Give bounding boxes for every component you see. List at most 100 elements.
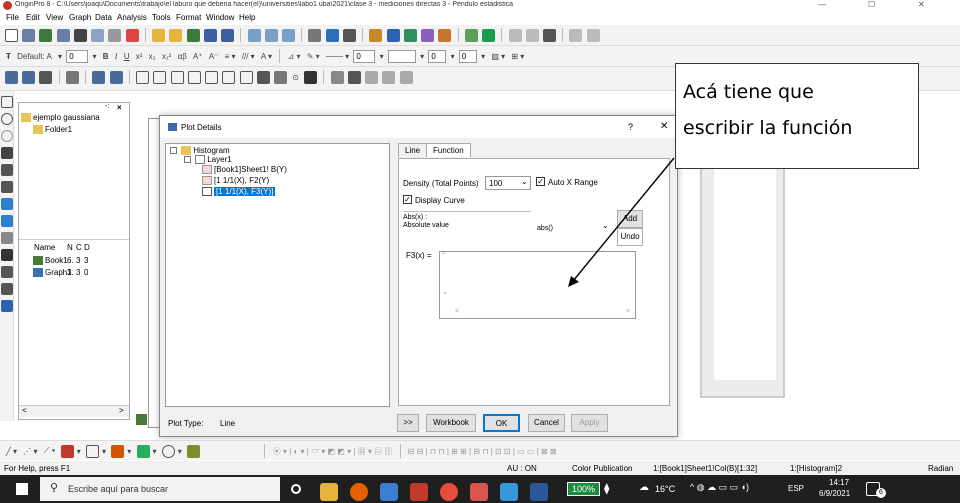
scroll-right-icon[interactable]: > xyxy=(119,406,124,415)
new-worksheet-icon[interactable] xyxy=(22,28,36,42)
layer-icon[interactable] xyxy=(109,70,123,84)
menu-help[interactable]: Help xyxy=(239,13,255,22)
menu-window[interactable]: Window xyxy=(206,13,234,22)
chevron-down-icon[interactable]: ▾ xyxy=(380,52,384,61)
axis-half-icon[interactable] xyxy=(205,70,219,84)
screen-reader-icon[interactable] xyxy=(382,70,396,84)
copy-icon[interactable] xyxy=(525,28,539,42)
open-template-icon[interactable] xyxy=(169,28,183,42)
screen-reader-tool-icon[interactable] xyxy=(0,164,13,176)
axis-box-icon[interactable] xyxy=(153,70,167,84)
zoom-in-icon[interactable] xyxy=(5,70,18,84)
scroll-left-icon[interactable]: < xyxy=(455,308,459,315)
apps-icon[interactable] xyxy=(482,28,496,42)
align-icon[interactable]: ≡ ▾ xyxy=(225,52,236,61)
refresh-icon[interactable] xyxy=(325,28,339,42)
weather-temp[interactable]: 16°C xyxy=(655,484,675,494)
add-button[interactable]: Add xyxy=(617,210,643,228)
pattern-icon[interactable]: /// ▾ xyxy=(242,52,255,61)
clock-date[interactable]: 6/9/2021 xyxy=(819,489,850,498)
area-plot-icon[interactable] xyxy=(136,444,150,458)
rescale-icon[interactable] xyxy=(65,70,79,84)
menu-graph[interactable]: Graph xyxy=(69,13,91,22)
open-icon[interactable] xyxy=(152,28,166,42)
line-symbol-icon[interactable]: ⟋ ▾ xyxy=(44,446,56,456)
acrobat-icon[interactable] xyxy=(410,483,428,501)
tree-item-layer[interactable]: Layer1 xyxy=(184,155,232,165)
data-selector-icon[interactable] xyxy=(399,70,413,84)
new-matrix-icon[interactable] xyxy=(73,28,87,42)
menu-format[interactable]: Format xyxy=(176,13,201,22)
tree-root[interactable]: ejemplo gaussiana xyxy=(21,113,100,123)
menu-view[interactable]: View xyxy=(46,13,63,22)
template-icon[interactable] xyxy=(187,444,200,458)
workbook-button[interactable]: Workbook xyxy=(426,414,476,432)
line-style-select[interactable]: ─── ▾ xyxy=(326,52,349,61)
file-explorer-icon[interactable] xyxy=(320,483,338,501)
mask-tool-icon[interactable] xyxy=(0,232,13,244)
rect-tool-icon[interactable] xyxy=(0,300,13,312)
help-button[interactable]: ? xyxy=(628,122,633,132)
weather-icon[interactable]: ☁ xyxy=(639,482,649,493)
tray-icons[interactable]: ^ ◍ ☁ ▭ ▭ ◖) xyxy=(690,482,749,493)
pointer-icon[interactable] xyxy=(0,96,13,108)
dialog-close-button[interactable]: ✕ xyxy=(660,121,668,132)
line-width-input[interactable]: 0 xyxy=(353,49,376,63)
panel-pin-icon[interactable]: -: xyxy=(105,103,109,110)
undo-button[interactable]: Undo xyxy=(617,228,643,246)
cut-icon[interactable] xyxy=(508,28,522,42)
increase-font-icon[interactable]: A⁺ xyxy=(193,52,203,61)
grid-icon[interactable]: ⊞ ▾ xyxy=(511,52,524,61)
scroll-right-icon[interactable]: > xyxy=(626,308,630,315)
workbook-mini-icon[interactable] xyxy=(136,414,147,425)
chevron-down-icon[interactable]: ▾ xyxy=(153,447,157,456)
clock-time[interactable]: 14:17 xyxy=(829,478,849,487)
chevron-down-icon[interactable]: ▾ xyxy=(481,52,485,61)
new-layout-icon[interactable] xyxy=(108,28,122,42)
auto-x-checkbox[interactable]: ✓ xyxy=(536,177,545,186)
fill-pattern-icon[interactable]: ▨ ▾ xyxy=(491,52,505,61)
font-size-input[interactable]: 0 xyxy=(66,49,89,63)
font-color-icon[interactable]: A ▾ xyxy=(261,52,272,61)
size-b-input[interactable]: 0 xyxy=(458,49,477,63)
firefox-icon[interactable] xyxy=(350,483,368,501)
import-wizard-icon[interactable] xyxy=(281,28,295,42)
chevron-down-icon[interactable]: ⌄ xyxy=(602,221,609,230)
chat-app-icon[interactable] xyxy=(500,483,518,501)
menu-file[interactable]: File xyxy=(6,13,19,22)
more-button[interactable]: >> xyxy=(397,414,419,432)
statistics-plot-icon[interactable] xyxy=(111,444,125,458)
arrow-tool-icon[interactable] xyxy=(0,266,13,278)
axis-grid-icon[interactable] xyxy=(239,70,253,84)
save-taskbar-icon[interactable] xyxy=(380,483,398,501)
command-window-icon[interactable] xyxy=(421,28,435,42)
whole-page-icon[interactable] xyxy=(39,70,53,84)
open-excel-icon[interactable] xyxy=(186,28,200,42)
legend-icon[interactable] xyxy=(92,70,106,84)
save-icon[interactable] xyxy=(203,28,217,42)
pen-color-icon[interactable]: ✎ ▾ xyxy=(307,52,320,61)
code-builder-icon[interactable] xyxy=(438,28,452,42)
new-function-icon[interactable] xyxy=(91,28,105,42)
menu-data[interactable]: Data xyxy=(95,13,112,22)
add-column-icon[interactable] xyxy=(569,28,583,42)
chevron-down-icon[interactable]: ▾ xyxy=(420,52,424,61)
underline-button[interactable]: U xyxy=(124,52,130,61)
menu-edit[interactable]: Edit xyxy=(26,13,40,22)
windows-start-icon[interactable] xyxy=(16,483,28,495)
new-graph-icon[interactable] xyxy=(56,28,70,42)
move-tool-icon[interactable] xyxy=(0,181,13,193)
data-reader-icon[interactable] xyxy=(0,147,13,159)
zoom-tool-icon[interactable] xyxy=(0,113,13,125)
scroll-up-icon[interactable]: ^ xyxy=(442,252,445,259)
subscript-icon[interactable]: x₂ xyxy=(149,52,156,61)
column-plot-icon[interactable] xyxy=(60,444,74,458)
chevron-down-icon[interactable]: ▾ xyxy=(93,52,97,61)
task-view-icon[interactable] xyxy=(291,484,301,494)
tree-item-plot-b[interactable]: [Book1]Sheet1! B(Y) xyxy=(202,165,287,175)
bold-button[interactable]: B xyxy=(103,52,109,61)
text-tool-icon[interactable] xyxy=(0,249,13,261)
paste-icon[interactable] xyxy=(542,28,556,42)
region-tool-icon[interactable] xyxy=(0,198,13,210)
line-plot-icon[interactable]: ╱ ▾ xyxy=(6,447,17,456)
